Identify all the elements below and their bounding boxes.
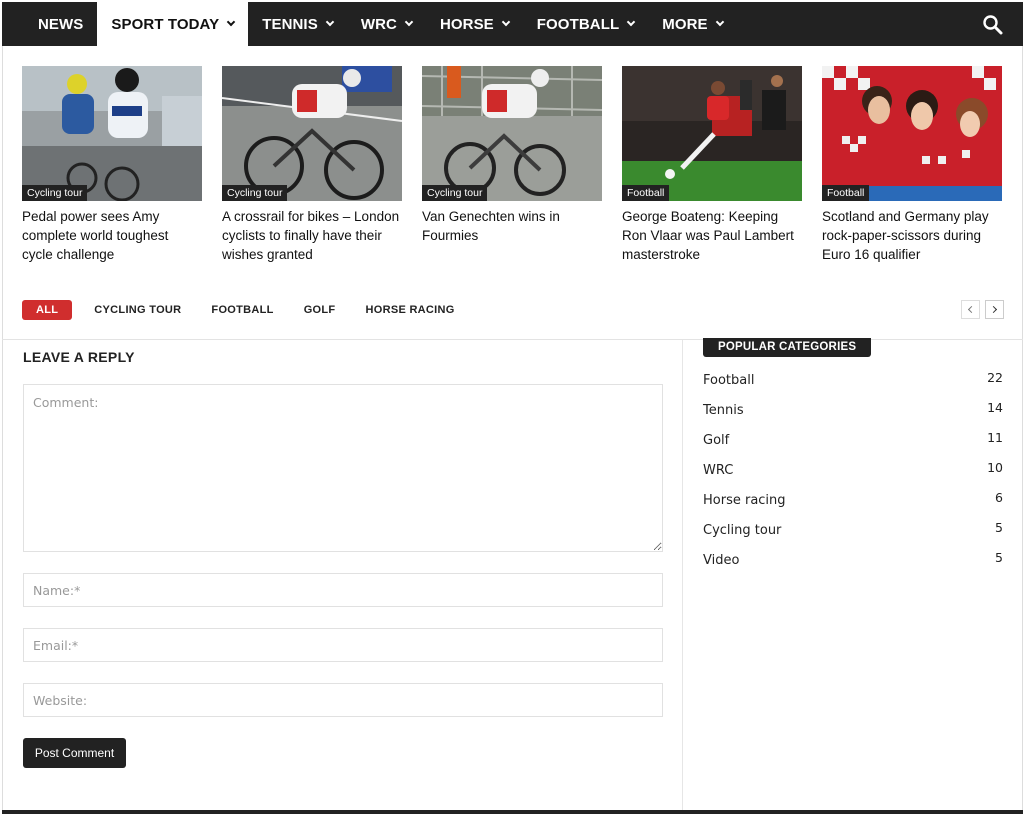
nav-item-wrc[interactable]: WRC bbox=[347, 2, 426, 46]
category-count: 5 bbox=[995, 520, 1003, 535]
filter-golf[interactable]: GOLF bbox=[304, 304, 336, 316]
top-navigation: NEWS SPORT TODAY TENNIS WRC HORSE FOOTBA… bbox=[2, 2, 1023, 46]
category-item-football[interactable]: Football 22 bbox=[703, 366, 1003, 396]
nav-label: MORE bbox=[662, 15, 708, 33]
strip-pager bbox=[961, 300, 1004, 319]
chevron-right-icon bbox=[989, 305, 998, 314]
category-name: Cycling tour bbox=[703, 523, 782, 538]
article-title[interactable]: A crossrail for bikes – London cyclists … bbox=[222, 207, 402, 264]
category-filter-bar: ALL CYCLING TOUR FOOTBALL GOLF HORSE RAC… bbox=[22, 298, 1004, 322]
nav-item-more[interactable]: MORE bbox=[648, 2, 736, 46]
article-card[interactable]: Cycling tour Pedal power sees Amy comple… bbox=[22, 66, 202, 264]
nav-item-horse[interactable]: HORSE bbox=[426, 2, 523, 46]
category-count: 11 bbox=[987, 430, 1003, 445]
nav-item-football[interactable]: FOOTBALL bbox=[523, 2, 648, 46]
search-icon[interactable] bbox=[981, 13, 1005, 37]
nav-item-news[interactable]: NEWS bbox=[2, 2, 97, 46]
category-item-horse-racing[interactable]: Horse racing 6 bbox=[703, 486, 1003, 516]
sidebar-divider bbox=[682, 340, 683, 810]
post-comment-button[interactable]: Post Comment bbox=[23, 738, 126, 768]
article-thumbnail[interactable]: Football bbox=[822, 66, 1002, 201]
category-count: 5 bbox=[995, 550, 1003, 565]
popular-categories-list: Football 22 Tennis 14 Golf 11 WRC 10 Horse r… bbox=[703, 366, 1003, 576]
category-item-wrc[interactable]: WRC 10 bbox=[703, 456, 1003, 486]
article-card[interactable]: Cycling tour A crossrail for bikes – Lon… bbox=[222, 66, 402, 264]
name-field[interactable] bbox=[23, 573, 663, 607]
article-card[interactable]: Football Scotland and Germany play rock-… bbox=[822, 66, 1002, 264]
category-name: Horse racing bbox=[703, 493, 786, 508]
footer-edge bbox=[2, 810, 1023, 814]
article-thumbnail[interactable]: Cycling tour bbox=[22, 66, 202, 201]
article-thumbnail[interactable]: Football bbox=[622, 66, 802, 201]
category-name: Football bbox=[703, 373, 755, 388]
article-title[interactable]: George Boateng: Keeping Ron Vlaar was Pa… bbox=[622, 207, 802, 264]
email-field[interactable] bbox=[23, 628, 663, 662]
category-badge[interactable]: Cycling tour bbox=[222, 185, 288, 201]
article-strip: Cycling tour Pedal power sees Amy comple… bbox=[22, 66, 1002, 266]
filter-football[interactable]: FOOTBALL bbox=[211, 304, 273, 316]
nav-label: NEWS bbox=[38, 15, 84, 33]
category-item-tennis[interactable]: Tennis 14 bbox=[703, 396, 1003, 426]
category-name: Tennis bbox=[703, 403, 744, 418]
category-count: 22 bbox=[987, 370, 1003, 385]
filter-cycling-tour[interactable]: CYCLING TOUR bbox=[94, 304, 181, 316]
filter-horse-racing[interactable]: HORSE RACING bbox=[365, 304, 454, 316]
category-badge[interactable]: Football bbox=[622, 185, 670, 201]
category-badge[interactable]: Football bbox=[822, 185, 870, 201]
filter-all[interactable]: ALL bbox=[22, 300, 73, 320]
category-name: Golf bbox=[703, 433, 730, 448]
category-name: Video bbox=[703, 553, 740, 568]
nav-item-tennis[interactable]: TENNIS bbox=[248, 2, 347, 46]
article-title[interactable]: Pedal power sees Amy complete world toug… bbox=[22, 207, 202, 264]
category-count: 6 bbox=[995, 490, 1003, 505]
category-badge[interactable]: Cycling tour bbox=[422, 185, 488, 201]
article-card[interactable]: Football George Boateng: Keeping Ron Vla… bbox=[622, 66, 802, 264]
chevron-down-icon bbox=[226, 17, 236, 27]
category-name: WRC bbox=[703, 463, 734, 478]
website-field[interactable] bbox=[23, 683, 663, 717]
nav-item-sport-today[interactable]: SPORT TODAY bbox=[97, 2, 249, 46]
category-item-golf[interactable]: Golf 11 bbox=[703, 426, 1003, 456]
nav-label: TENNIS bbox=[262, 15, 318, 33]
nav-label: FOOTBALL bbox=[536, 15, 620, 33]
comment-field[interactable] bbox=[23, 384, 663, 552]
chevron-down-icon bbox=[501, 17, 511, 27]
chevron-down-icon bbox=[626, 17, 636, 27]
category-count: 14 bbox=[987, 400, 1003, 415]
article-card[interactable]: Cycling tour Van Genechten wins in Fourm… bbox=[422, 66, 602, 245]
category-item-video[interactable]: Video 5 bbox=[703, 546, 1003, 576]
category-item-cycling-tour[interactable]: Cycling tour 5 bbox=[703, 516, 1003, 546]
nav-label: SPORT TODAY bbox=[111, 15, 220, 33]
article-thumbnail[interactable]: Cycling tour bbox=[222, 66, 402, 201]
article-thumbnail[interactable]: Cycling tour bbox=[422, 66, 602, 201]
popular-categories-heading: POPULAR CATEGORIES bbox=[703, 338, 872, 357]
chevron-down-icon bbox=[715, 17, 724, 27]
category-count: 10 bbox=[987, 460, 1003, 475]
chevron-down-icon bbox=[325, 17, 335, 27]
article-title[interactable]: Van Genechten wins in Fourmies bbox=[422, 207, 602, 245]
previous-page-button[interactable] bbox=[961, 300, 980, 319]
category-badge[interactable]: Cycling tour bbox=[22, 185, 88, 201]
reply-section-title: LEAVE A REPLY bbox=[23, 349, 135, 365]
chevron-left-icon bbox=[967, 305, 976, 314]
nav-label: WRC bbox=[360, 15, 397, 33]
chevron-down-icon bbox=[404, 17, 414, 27]
nav-label: HORSE bbox=[439, 15, 494, 33]
next-page-button[interactable] bbox=[985, 300, 1004, 319]
article-title[interactable]: Scotland and Germany play rock-paper-sci… bbox=[822, 207, 1002, 264]
